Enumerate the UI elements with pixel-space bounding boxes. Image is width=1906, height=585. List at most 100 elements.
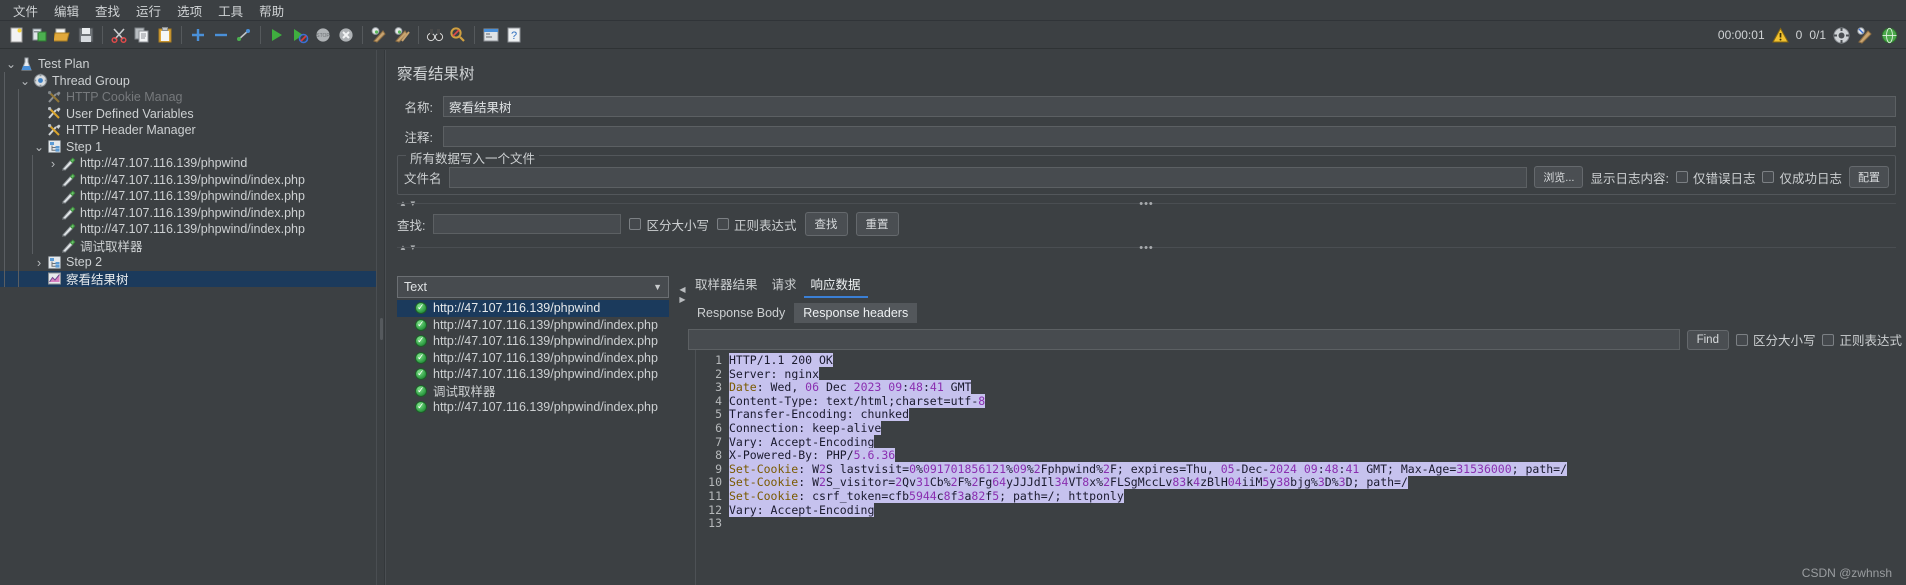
search-reset-button[interactable] — [447, 24, 469, 46]
search-case-sensitive-checkbox[interactable] — [629, 218, 642, 230]
test-plan-tree[interactable]: ⌄ Test Plan ⌄ Thread Group HTTP Cookie Manag… — [0, 50, 376, 585]
search-find-button[interactable]: 查找 — [804, 212, 848, 236]
detail-find-input[interactable] — [688, 329, 1680, 350]
chevron-right-icon[interactable]: › — [46, 156, 60, 171]
clear-gc-icon[interactable] — [1857, 26, 1874, 44]
globe-icon[interactable] — [1881, 27, 1898, 44]
errors-only-checkbox-wrap[interactable]: 仅错误日志 — [1675, 168, 1755, 187]
list-item[interactable]: http://47.107.116.139/phpwind/index.php — [397, 333, 669, 350]
stop-button[interactable]: STOP — [312, 24, 334, 46]
splitter-collapse-left-icon[interactable]: ◀ — [679, 286, 685, 294]
tree-node-sampler-1[interactable]: › http://47.107.116.139/phpwind — [0, 154, 376, 172]
errors-only-checkbox[interactable] — [1675, 171, 1688, 183]
name-input[interactable] — [443, 96, 1896, 117]
config-element-icon-wrap — [46, 123, 63, 138]
tree-indent-guide — [32, 171, 46, 189]
menu-run[interactable]: 运行 — [129, 0, 168, 22]
tab-response-data[interactable]: 响应数据 — [803, 272, 868, 298]
thread-status-icon[interactable] — [1833, 27, 1850, 44]
search-reset-button[interactable]: 重置 — [855, 212, 899, 236]
copy-button[interactable] — [131, 24, 153, 46]
sampler-results-list[interactable]: http://47.107.116.139/phpwindhttp://47.1… — [397, 300, 669, 416]
toggle-button[interactable] — [233, 24, 255, 46]
tree-node-thread-group[interactable]: ⌄ Thread Group — [0, 72, 376, 90]
collapse-strip-bottom[interactable]: ▲▼ ••• — [397, 242, 1896, 254]
templates-button[interactable] — [29, 24, 51, 46]
warning-icon[interactable] — [1771, 26, 1789, 44]
filename-input[interactable] — [448, 166, 1528, 188]
tab-request[interactable]: 请求 — [765, 272, 804, 298]
response-headers-text[interactable]: HTTP/1.1 200 OK Server: nginx Date: Wed, 0… — [722, 350, 1906, 585]
collapse-all-button[interactable] — [210, 24, 232, 46]
start-button[interactable] — [266, 24, 288, 46]
tree-node-step-2[interactable]: › Step 2 — [0, 253, 376, 271]
configure-button[interactable]: 配置 — [1849, 166, 1889, 188]
successes-only-checkbox[interactable] — [1762, 171, 1775, 183]
menu-tools[interactable]: 工具 — [211, 0, 250, 22]
browse-button[interactable]: 浏览... — [1534, 166, 1584, 188]
tree-node-debug-sampler[interactable]: 调试取样器 — [0, 237, 376, 255]
results-detail-splitter[interactable]: ◀ ▶ — [677, 276, 688, 585]
help-button[interactable]: ? — [503, 24, 525, 46]
detail-regex-checkbox[interactable] — [1822, 333, 1835, 346]
function-helper-button[interactable] — [480, 24, 502, 46]
paste-button[interactable] — [154, 24, 176, 46]
collapse-dots-1[interactable]: ••• — [1139, 198, 1154, 210]
search-button[interactable] — [424, 24, 446, 46]
open-button[interactable] — [52, 24, 74, 46]
detail-regex-wrap[interactable]: 正则表达式 — [1822, 330, 1902, 349]
tree-node-view-results-tree[interactable]: 察看结果树 — [0, 270, 376, 288]
tree-node-http-header-manager[interactable]: HTTP Header Manager — [0, 121, 376, 139]
detail-find-button[interactable]: Find — [1686, 329, 1729, 350]
comment-input[interactable] — [443, 126, 1896, 147]
search-input[interactable] — [433, 214, 622, 234]
list-item[interactable]: http://47.107.116.139/phpwind/index.php — [397, 350, 669, 367]
menu-search[interactable]: 查找 — [88, 0, 127, 22]
tree-node-http-cookie-manager[interactable]: HTTP Cookie Manag — [0, 88, 376, 106]
tree-node-user-defined-variables[interactable]: User Defined Variables — [0, 105, 376, 123]
menu-help[interactable]: 帮助 — [252, 0, 291, 22]
chevron-down-icon[interactable]: ⌄ — [32, 141, 46, 153]
renderer-dropdown[interactable]: Text ▼ — [397, 276, 669, 298]
menu-edit[interactable]: 编辑 — [47, 0, 86, 22]
cut-button[interactable] — [108, 24, 130, 46]
menu-file[interactable]: 文件 — [6, 0, 45, 22]
detail-case-sensitive-checkbox[interactable] — [1735, 333, 1748, 346]
chevron-down-icon[interactable]: ⌄ — [4, 58, 18, 70]
save-button[interactable] — [75, 24, 97, 46]
tree-node-sampler-4[interactable]: http://47.107.116.139/phpwind/index.php — [0, 204, 376, 222]
expand-all-button[interactable] — [187, 24, 209, 46]
detail-case-sensitive-wrap[interactable]: 区分大小写 — [1735, 330, 1815, 349]
collapse-strip-top[interactable]: ▲▼ ••• — [397, 198, 1896, 210]
tree-node-sampler-2[interactable]: http://47.107.116.139/phpwind/index.php — [0, 171, 376, 189]
list-item[interactable]: http://47.107.116.139/phpwind/index.php — [397, 399, 669, 416]
subtab-response-body[interactable]: Response Body — [688, 303, 794, 323]
shutdown-button[interactable] — [335, 24, 357, 46]
list-item[interactable]: 调试取样器 — [397, 383, 669, 399]
tree-node-sampler-5[interactable]: http://47.107.116.139/phpwind/index.php — [0, 220, 376, 238]
clear-button[interactable] — [368, 24, 390, 46]
list-item[interactable]: http://47.107.116.139/phpwind/index.php — [397, 366, 669, 383]
clear-all-button[interactable] — [391, 24, 413, 46]
tree-node-step-1[interactable]: ⌄ Step 1 — [0, 138, 376, 156]
tab-sampler-result[interactable]: 取样器结果 — [688, 272, 765, 298]
splitter-collapse-right-icon[interactable]: ▶ — [679, 296, 685, 304]
menu-options[interactable]: 选项 — [170, 0, 209, 22]
toggle-icon — [237, 28, 250, 41]
search-regex-checkbox[interactable] — [717, 218, 729, 230]
list-item[interactable]: http://47.107.116.139/phpwind/index.php — [397, 317, 669, 334]
tree-node-sampler-3[interactable]: http://47.107.116.139/phpwind/index.php — [0, 187, 376, 205]
chevron-right-icon[interactable]: › — [32, 255, 46, 270]
response-headers-viewer[interactable]: 1 2 3 4 5 6 7 8 9 10 11 12 13 HTTP/1.1 200 OK Server:… — [688, 350, 1906, 585]
new-button[interactable] — [6, 24, 28, 46]
subtab-response-headers[interactable]: Response headers — [794, 303, 918, 323]
tree-node-test-plan[interactable]: ⌄ Test Plan — [0, 56, 376, 73]
successes-only-checkbox-wrap[interactable]: 仅成功日志 — [1762, 168, 1842, 187]
chevron-down-icon[interactable]: ⌄ — [18, 75, 32, 87]
search-regex-wrap[interactable]: 正则表达式 — [717, 215, 797, 234]
collapse-dots-2[interactable]: ••• — [1139, 242, 1154, 254]
main-splitter-handle[interactable] — [376, 50, 385, 585]
list-item[interactable]: http://47.107.116.139/phpwind — [397, 300, 669, 317]
start-no-pauses-button[interactable] — [289, 24, 311, 46]
search-case-sensitive-wrap[interactable]: 区分大小写 — [629, 215, 709, 234]
